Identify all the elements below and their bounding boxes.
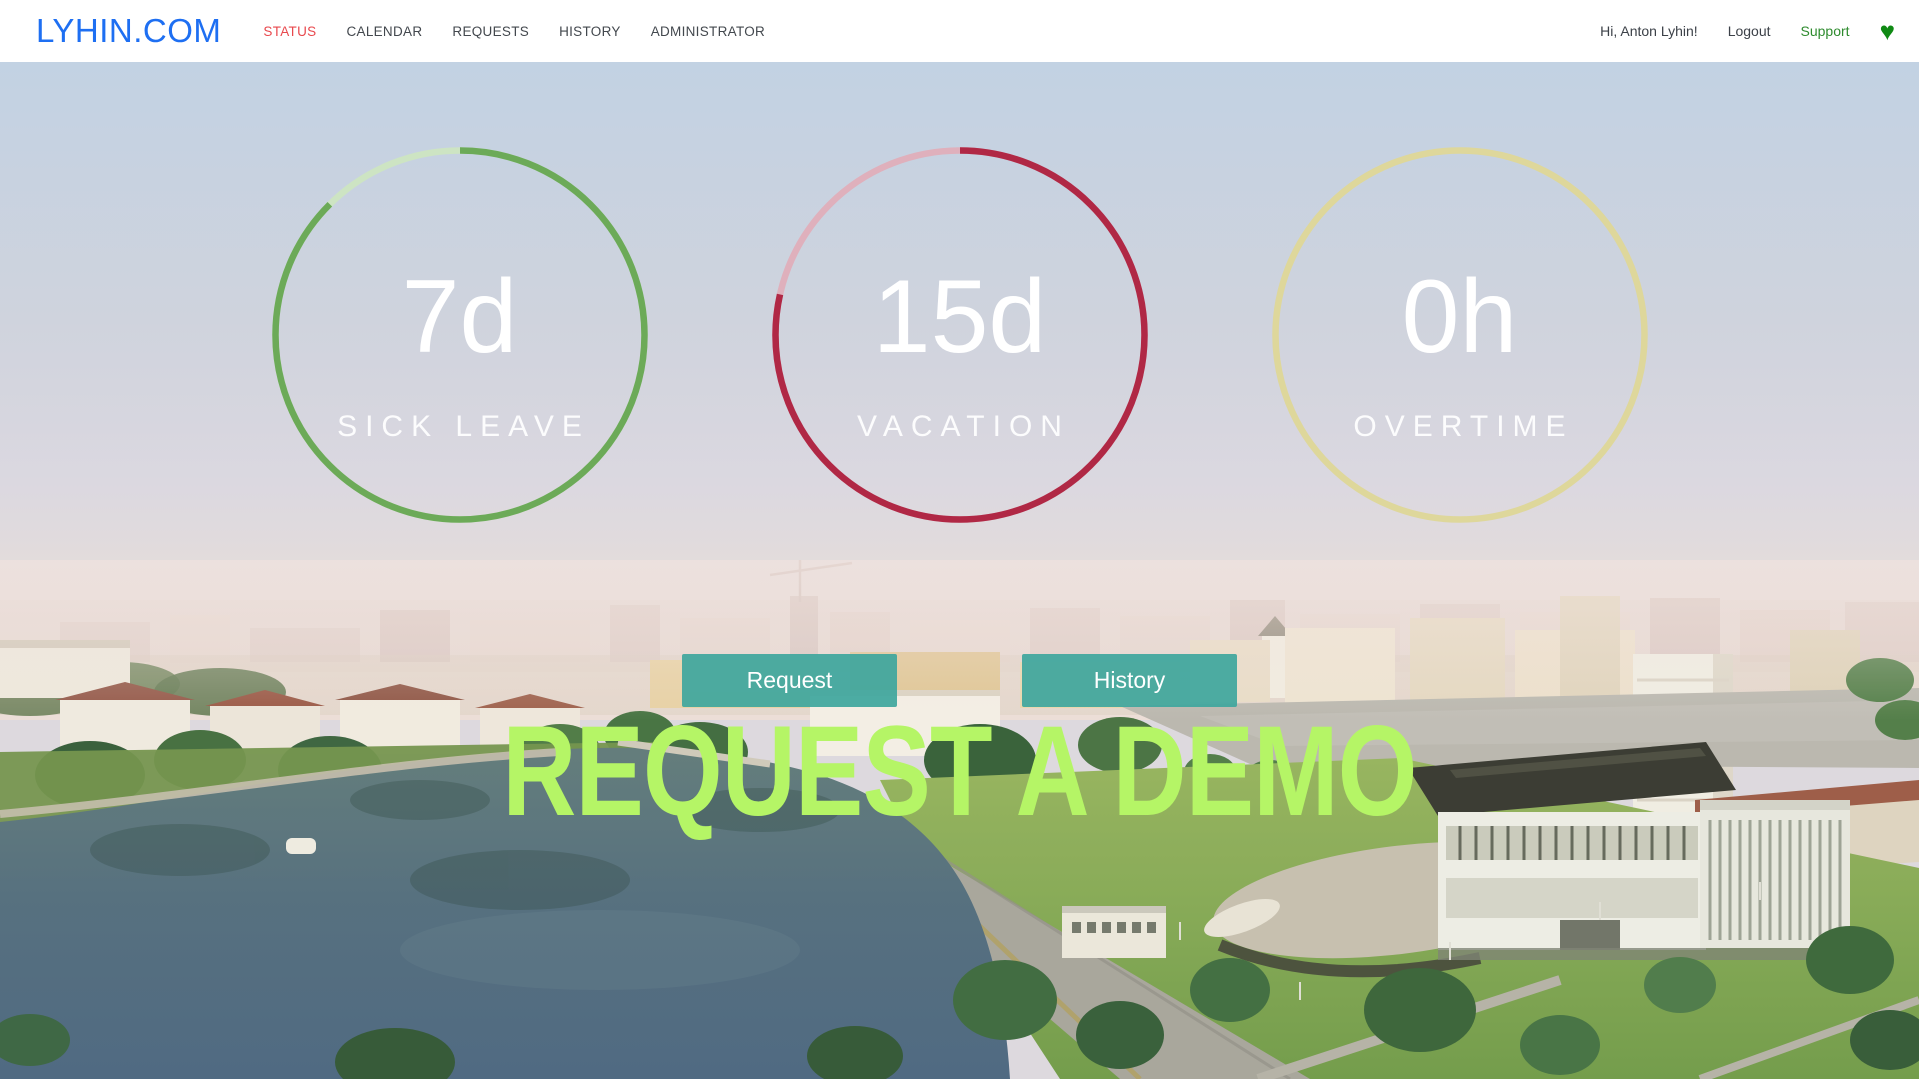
support-link[interactable]: Support	[1801, 23, 1850, 39]
nav-item-status[interactable]: STATUS	[263, 24, 316, 39]
nav-item-calendar[interactable]: CALENDAR	[346, 24, 422, 39]
nav-item-requests[interactable]: REQUESTS	[452, 24, 529, 39]
sick-leave-label: SICK LEAVE	[272, 410, 648, 444]
page: 7d SICK LEAVE 15d VACATION 0h OVERTIME R…	[0, 0, 1919, 1079]
overtime-value: 0h	[1272, 265, 1648, 369]
history-button[interactable]: History	[1022, 654, 1237, 707]
stats-row: 7d SICK LEAVE 15d VACATION 0h OVERTIME	[0, 147, 1919, 523]
top-nav-right: Hi, Anton Lyhin! Logout Support ♥	[1600, 18, 1895, 44]
heart-icon: ♥	[1880, 18, 1895, 44]
overtime-label: OVERTIME	[1272, 410, 1648, 444]
vacation-label: VACATION	[772, 410, 1148, 444]
sick-leave-value: 7d	[272, 265, 648, 369]
logout-link[interactable]: Logout	[1728, 23, 1771, 39]
stat-vacation: 15d VACATION	[772, 147, 1148, 523]
request-demo-text: REQUEST A DEMO	[192, 708, 1727, 836]
stat-sick-leave: 7d SICK LEAVE	[272, 147, 648, 523]
logo[interactable]: LYHIN.COM	[36, 12, 221, 50]
nav-item-administrator[interactable]: ADMINISTRATOR	[651, 24, 765, 39]
top-nav-bar: LYHIN.COM STATUS CALENDAR REQUESTS HISTO…	[0, 0, 1919, 62]
main-nav: STATUS CALENDAR REQUESTS HISTORY ADMINIS…	[263, 24, 765, 39]
request-button[interactable]: Request	[682, 654, 897, 707]
vacation-value: 15d	[772, 265, 1148, 369]
user-greeting: Hi, Anton Lyhin!	[1600, 23, 1698, 39]
stat-overtime: 0h OVERTIME	[1272, 147, 1648, 523]
nav-item-history[interactable]: HISTORY	[559, 24, 621, 39]
